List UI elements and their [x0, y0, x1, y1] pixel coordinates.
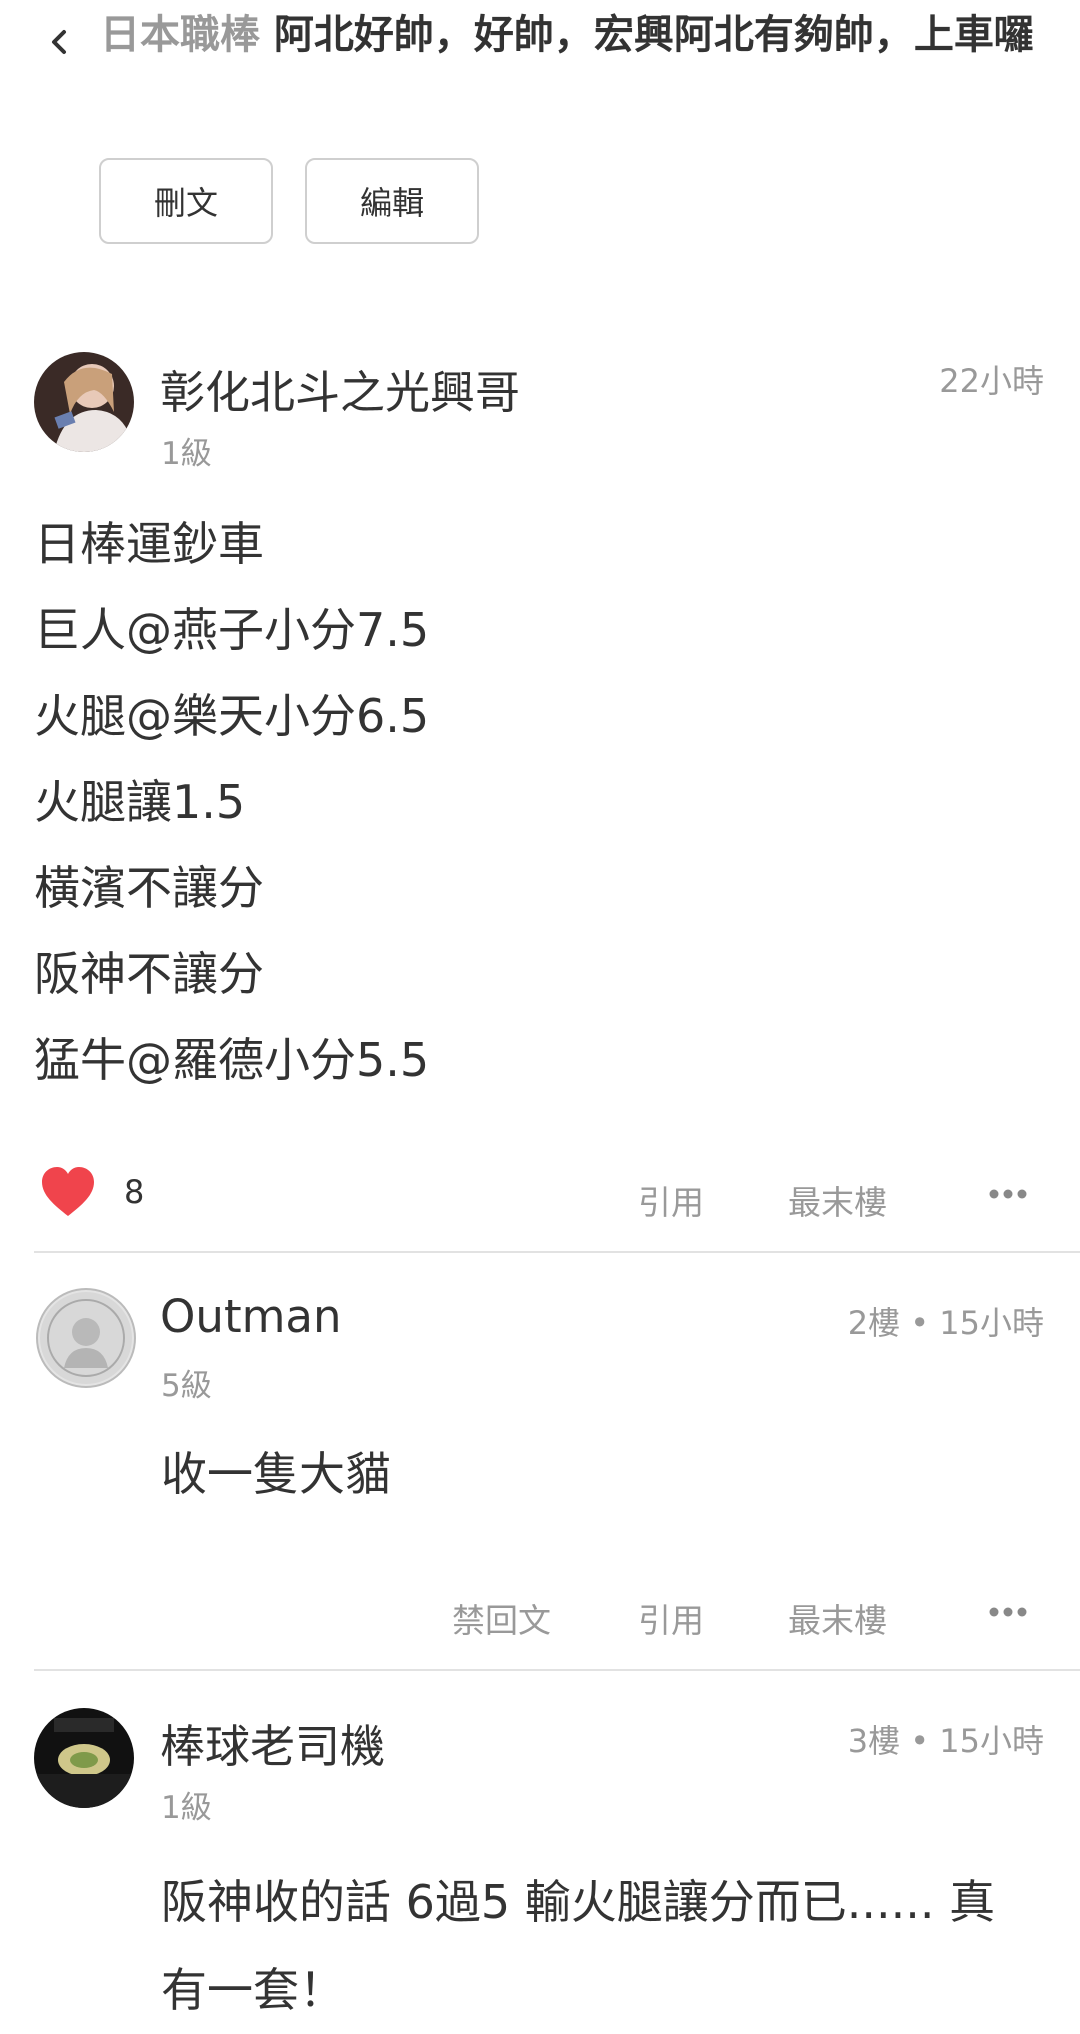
author-name[interactable]: 棒球老司機 — [160, 1710, 385, 1775]
post-line: 猛牛@羅德小分5.5 — [34, 1033, 430, 1087]
reply-content: 阪神收的話 6過5 輸火腿讓分而已...... 真有一套！ — [161, 1875, 996, 2017]
quote-button[interactable]: 引用 — [638, 1594, 704, 1642]
edit-post-button[interactable]: 編輯 — [305, 158, 479, 244]
author-level: 1級 — [161, 436, 212, 472]
back-chevron-icon[interactable] — [40, 22, 80, 62]
board-name[interactable]: 日本職棒 — [100, 12, 260, 58]
reply-content: 收一隻大貓 — [161, 1447, 391, 1501]
author-level: 5級 — [161, 1368, 212, 1404]
block-reply-button[interactable]: 禁回文 — [452, 1594, 551, 1642]
post-line: 巨人@燕子小分7.5 — [34, 603, 430, 657]
divider — [34, 1251, 1080, 1253]
avatar-image — [34, 352, 134, 452]
like-count: 8 — [124, 1173, 145, 1211]
last-floor-button[interactable]: 最末樓 — [788, 1594, 887, 1642]
author-name[interactable]: Outman — [160, 1290, 342, 1343]
avatar[interactable] — [36, 1288, 136, 1388]
last-floor-button[interactable]: 最末樓 — [788, 1176, 887, 1224]
author-level: 1級 — [161, 1790, 212, 1826]
post-time: 22小時 — [939, 362, 1044, 400]
avatar[interactable] — [34, 1708, 134, 1808]
more-icon[interactable] — [988, 1606, 1028, 1618]
author-name[interactable]: 彰化北斗之光興哥 — [160, 356, 520, 421]
thread-title-text: 阿北好帥，好帥，宏興阿北有夠帥，上車囉 — [260, 12, 1034, 58]
post-line: 橫濱不讓分 — [34, 861, 264, 915]
post-line: 日棒運鈔車 — [34, 517, 264, 571]
post-line: 火腿@樂天小分6.5 — [34, 689, 430, 743]
avatar[interactable] — [34, 352, 134, 452]
post-line: 火腿讓1.5 — [34, 775, 246, 829]
stadium-avatar-image — [34, 1708, 134, 1808]
post-content: 日棒運鈔車 巨人@燕子小分7.5 火腿@樂天小分6.5 火腿讓1.5 橫濱不讓分… — [34, 501, 429, 1103]
divider — [34, 1669, 1080, 1671]
floor-and-time: 2樓 • 15小時 — [847, 1304, 1044, 1342]
thread-title: 日本職棒 阿北好帥，好帥，宏興阿北有夠帥，上車囉 — [100, 6, 1050, 64]
floor-and-time: 3樓 • 15小時 — [847, 1722, 1044, 1760]
quote-button[interactable]: 引用 — [638, 1176, 704, 1224]
heart-icon[interactable] — [40, 1166, 96, 1218]
delete-post-button[interactable]: 刪文 — [99, 158, 273, 244]
coin-avatar-image — [40, 1292, 132, 1384]
post-line: 阪神不讓分 — [34, 947, 264, 1001]
more-icon[interactable] — [988, 1188, 1028, 1200]
